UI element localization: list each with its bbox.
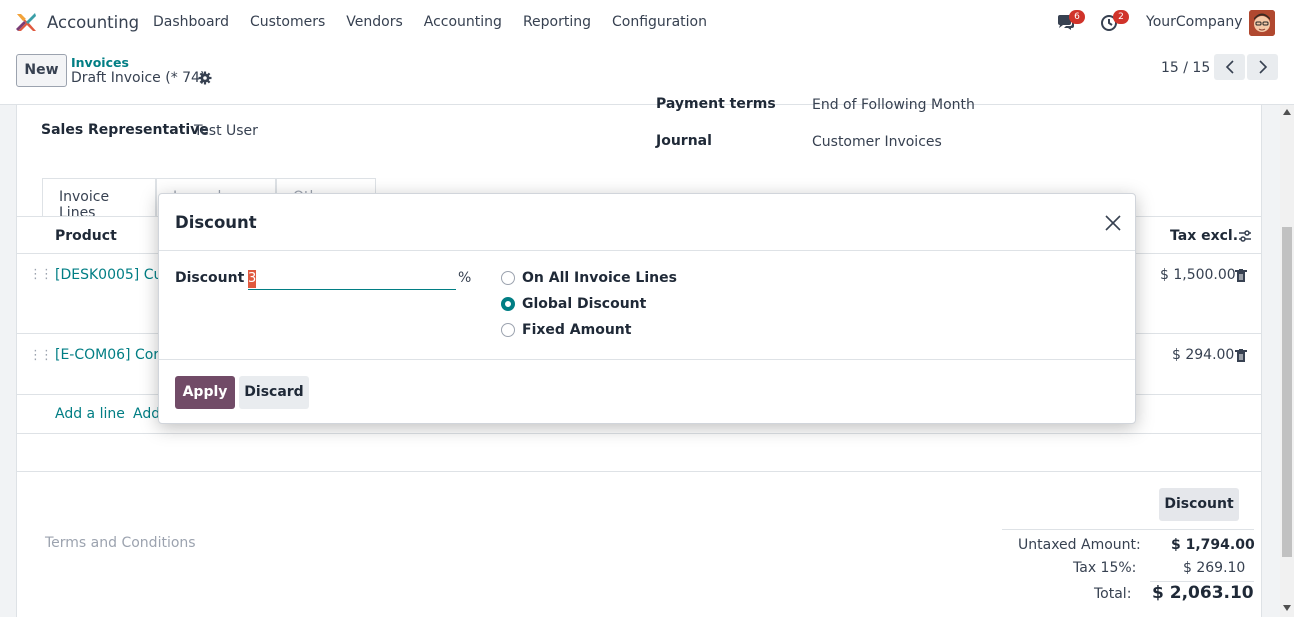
sales-rep-value[interactable]: Test User bbox=[194, 123, 258, 139]
dialog-header: Discount bbox=[159, 194, 1135, 251]
company-switcher[interactable]: YourCompany bbox=[1146, 14, 1243, 30]
top-navbar: Accounting Dashboard Customers Vendors A… bbox=[0, 0, 1294, 46]
menu-dashboard[interactable]: Dashboard bbox=[153, 14, 229, 30]
column-product[interactable]: Product bbox=[55, 228, 117, 244]
trash-icon[interactable] bbox=[1235, 269, 1247, 282]
scroll-thumb[interactable] bbox=[1282, 227, 1292, 557]
gear-icon[interactable] bbox=[198, 71, 212, 85]
discard-button[interactable]: Discard bbox=[239, 376, 309, 409]
total-label: Total: bbox=[1094, 586, 1132, 602]
scroll-up-arrow-icon[interactable] bbox=[1283, 109, 1291, 115]
radio-button-checked[interactable] bbox=[501, 297, 515, 311]
close-icon[interactable] bbox=[1105, 215, 1121, 231]
table-filler-row bbox=[17, 434, 1261, 472]
sales-rep-label: Sales Representative bbox=[41, 122, 209, 138]
total-divider bbox=[1150, 581, 1254, 582]
discount-button[interactable]: Discount bbox=[1159, 488, 1239, 521]
pager-next-button[interactable] bbox=[1247, 54, 1278, 80]
option-on-all-invoice-lines[interactable]: On All Invoice Lines bbox=[501, 270, 677, 286]
tax-value: $ 269.10 bbox=[1183, 560, 1246, 576]
trash-icon[interactable] bbox=[1235, 349, 1247, 362]
line-amount: $ 294.00 bbox=[1172, 347, 1235, 363]
untaxed-amount-label: Untaxed Amount: bbox=[1018, 537, 1141, 553]
column-tax-excl[interactable]: Tax excl. bbox=[1170, 228, 1238, 244]
radio-button[interactable] bbox=[501, 323, 515, 337]
dialog-body: Discount 3 % On All Invoice Lines Global… bbox=[159, 252, 1135, 359]
menu-configuration[interactable]: Configuration bbox=[612, 14, 707, 30]
discount-input[interactable] bbox=[248, 268, 456, 290]
discount-dialog: Discount Discount 3 % On All Invoice Lin… bbox=[158, 193, 1136, 424]
terms-and-conditions-field[interactable]: Terms and Conditions bbox=[45, 535, 196, 551]
user-avatar[interactable] bbox=[1249, 10, 1275, 36]
app-name[interactable]: Accounting bbox=[47, 13, 139, 32]
option-label: On All Invoice Lines bbox=[522, 270, 677, 286]
chevron-right-icon bbox=[1258, 60, 1267, 74]
option-global-discount[interactable]: Global Discount bbox=[501, 296, 646, 312]
accounting-app-icon[interactable] bbox=[15, 11, 37, 33]
scroll-down-arrow-icon[interactable] bbox=[1283, 605, 1291, 611]
menu-accounting[interactable]: Accounting bbox=[424, 14, 502, 30]
option-label: Fixed Amount bbox=[522, 322, 632, 338]
new-button[interactable]: New bbox=[16, 54, 67, 87]
dialog-footer: Apply Discard bbox=[159, 359, 1135, 424]
menu-reporting[interactable]: Reporting bbox=[523, 14, 591, 30]
total-value: $ 2,063.10 bbox=[1152, 583, 1254, 603]
untaxed-amount-value: $ 1,794.00 bbox=[1171, 537, 1255, 553]
messages-badge: 6 bbox=[1069, 10, 1085, 24]
payment-terms-label: Payment terms bbox=[656, 96, 776, 112]
journal-value[interactable]: Customer Invoices bbox=[812, 134, 942, 150]
column-settings-icon[interactable] bbox=[1238, 229, 1252, 243]
main-menu: Dashboard Customers Vendors Accounting R… bbox=[153, 14, 728, 30]
line-amount: $ 1,500.00 bbox=[1160, 267, 1236, 283]
activities-badge: 2 bbox=[1113, 10, 1129, 24]
option-label: Global Discount bbox=[522, 296, 647, 312]
pager-previous-button[interactable] bbox=[1214, 54, 1245, 80]
option-fixed-amount[interactable]: Fixed Amount bbox=[501, 322, 631, 338]
journal-label: Journal bbox=[656, 133, 712, 149]
payment-terms-value[interactable]: End of Following Month bbox=[812, 97, 975, 113]
discount-input-selection: 3 bbox=[248, 270, 257, 288]
discount-field-label: Discount bbox=[175, 270, 245, 286]
breadcrumb-invoices[interactable]: Invoices bbox=[71, 55, 129, 70]
dialog-title: Discount bbox=[175, 213, 257, 232]
breadcrumb-current: Draft Invoice (* 74) bbox=[71, 70, 206, 86]
totals-divider bbox=[1002, 529, 1254, 530]
add-line-link[interactable]: Add a line bbox=[55, 406, 125, 422]
tax-label: Tax 15%: bbox=[1073, 560, 1137, 576]
page-scrollbar[interactable] bbox=[1280, 105, 1294, 617]
percent-unit: % bbox=[458, 270, 472, 286]
chevron-left-icon bbox=[1225, 60, 1234, 74]
menu-customers[interactable]: Customers bbox=[250, 14, 325, 30]
drag-handle-icon[interactable]: ⋮⋮ bbox=[29, 348, 53, 363]
apply-button[interactable]: Apply bbox=[175, 376, 235, 409]
drag-handle-icon[interactable]: ⋮⋮ bbox=[29, 267, 53, 282]
control-panel: New Invoices Draft Invoice (* 74) 15 / 1… bbox=[0, 46, 1294, 105]
pager-value[interactable]: 15 / 15 bbox=[1161, 60, 1210, 76]
tab-invoice-lines[interactable]: Invoice Lines bbox=[42, 178, 156, 221]
menu-vendors[interactable]: Vendors bbox=[346, 14, 402, 30]
radio-button[interactable] bbox=[501, 271, 515, 285]
